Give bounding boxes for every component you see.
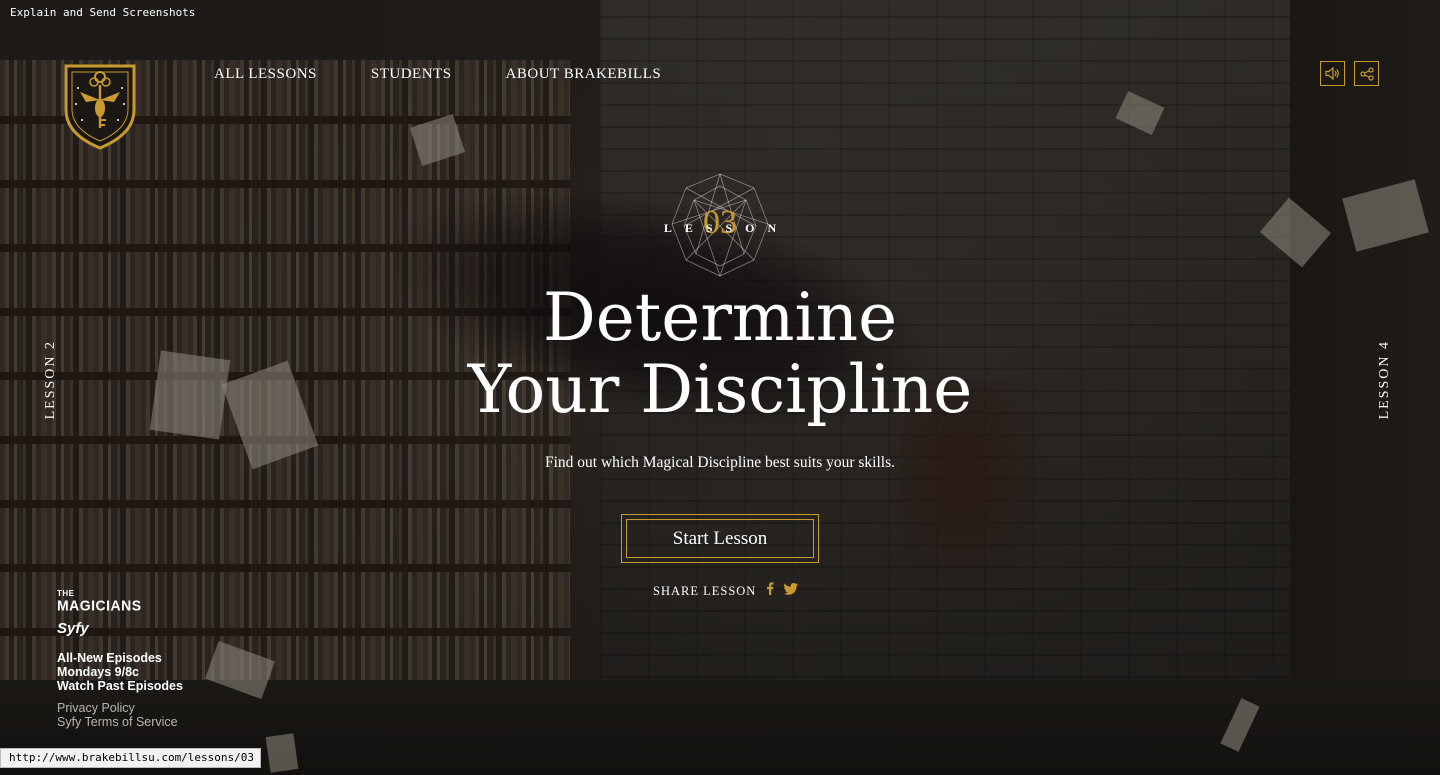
watch-past-episodes-link[interactable]: Watch Past Episodes xyxy=(57,679,183,693)
footer-block: THE MAGICIANS Syfy All-New Episodes Mond… xyxy=(57,590,183,730)
terms-of-service-link[interactable]: Syfy Terms of Service xyxy=(57,715,178,729)
lesson-title-line-2: Your Discipline xyxy=(467,351,973,428)
start-lesson-label: Start Lesson xyxy=(626,519,814,558)
privacy-policy-link[interactable]: Privacy Policy xyxy=(57,701,135,715)
share-lesson-label: SHARE LESSON xyxy=(653,583,757,598)
screenshot-helper-text: Explain and Send Screenshots xyxy=(10,6,196,19)
facebook-icon[interactable] xyxy=(766,582,774,600)
lesson-title: Determine Your Discipline xyxy=(400,282,1040,426)
promo-schedule: Mondays 9/8c xyxy=(57,665,139,679)
start-lesson-button[interactable]: Start Lesson xyxy=(621,514,819,563)
share-button[interactable] xyxy=(1354,61,1379,86)
lesson-title-line-1: Determine xyxy=(542,279,898,356)
share-lesson-bar: SHARE LESSON xyxy=(653,582,799,600)
speaker-icon xyxy=(1325,67,1339,80)
syfy-logo[interactable]: Syfy xyxy=(57,620,183,637)
twitter-icon[interactable] xyxy=(784,582,799,600)
crest-icon xyxy=(64,64,136,150)
show-logo-name: MAGICIANS xyxy=(57,596,142,614)
nav-about-brakebills[interactable]: ABOUT BRAKEBILLS xyxy=(506,66,662,83)
nav-students[interactable]: STUDENTS xyxy=(371,66,452,83)
episode-promo: All-New Episodes Mondays 9/8c Watch Past… xyxy=(57,651,183,693)
brakebills-crest-logo[interactable] xyxy=(60,60,140,150)
legal-links: Privacy Policy Syfy Terms of Service xyxy=(57,701,183,729)
lesson-subtitle: Find out which Magical Discipline best s… xyxy=(544,454,896,471)
nav-all-lessons[interactable]: ALL LESSONS xyxy=(214,66,317,83)
status-bar-url: http://www.brakebillsu.com/lessons/03 xyxy=(0,748,262,768)
main-nav: ALL LESSONS STUDENTS ABOUT BRAKEBILLS xyxy=(214,66,661,83)
prev-lesson-link[interactable]: LESSON 2 xyxy=(43,340,59,419)
promo-new-episodes: All-New Episodes xyxy=(57,651,162,665)
next-lesson-link[interactable]: LESSON 4 xyxy=(1377,340,1393,419)
the-magicians-logo[interactable]: THE MAGICIANS xyxy=(57,590,183,614)
lesson-label: LESSON xyxy=(663,221,790,235)
sound-toggle-button[interactable] xyxy=(1320,61,1345,86)
share-icon xyxy=(1359,66,1374,81)
